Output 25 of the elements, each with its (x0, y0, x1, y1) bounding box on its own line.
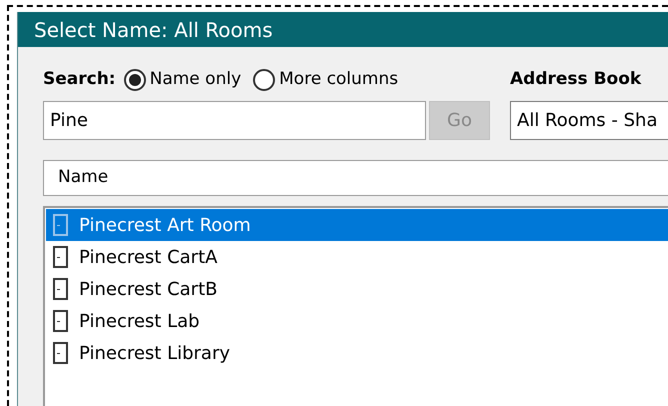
room-name: Pinecrest Art Room (79, 214, 251, 238)
radio-icon (253, 69, 276, 91)
search-label: Search: (43, 68, 116, 92)
address-book-dropdown[interactable]: All Rooms - Sha (510, 101, 668, 140)
radio-icon (124, 69, 146, 91)
search-field[interactable]: Pine (43, 101, 426, 140)
list-item[interactable]: Pinecrest CartB (46, 273, 668, 305)
radio-option[interactable]: More columns (253, 67, 398, 93)
list-item[interactable]: Pinecrest Lab (46, 305, 668, 337)
list-item[interactable]: Pinecrest CartA (46, 241, 668, 273)
room-icon (53, 278, 68, 300)
address-book-label: Address Book (510, 68, 642, 92)
room-icon (53, 310, 68, 332)
room-icon (53, 214, 68, 236)
column-header[interactable]: Name (43, 160, 668, 196)
room-name: Pinecrest Lab (79, 310, 200, 334)
radio-option[interactable]: Name only (124, 67, 242, 93)
room-name: Pinecrest CartA (79, 246, 218, 270)
list-item[interactable]: Pinecrest Art Room (46, 209, 668, 241)
room-name: Pinecrest CartB (79, 278, 218, 302)
room-name: Pinecrest Library (79, 342, 230, 366)
room-icon (53, 342, 68, 364)
list-item[interactable]: Pinecrest Library (46, 337, 668, 369)
room-icon (53, 246, 68, 268)
window-title: Select Name: All Rooms (34, 16, 273, 44)
